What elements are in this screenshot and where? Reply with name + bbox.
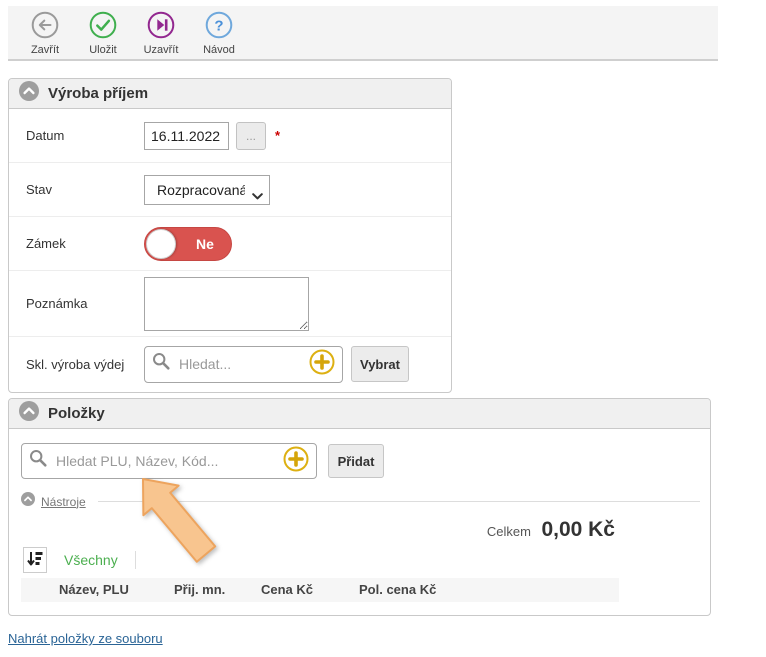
panel-title: Položky	[48, 405, 105, 422]
vybrat-button[interactable]: Vybrat	[351, 346, 409, 382]
items-table-header: Název, PLU Přij. mn. Cena Kč Pol. cena K…	[21, 578, 619, 602]
add-plus-icon[interactable]	[283, 446, 309, 477]
collapse-chevron-icon[interactable]	[19, 401, 39, 426]
sort-icon	[27, 550, 43, 570]
toggle-state-label: Ne	[196, 236, 214, 252]
production-panel-header[interactable]: Výroba příjem	[9, 79, 451, 109]
svg-text:?: ?	[214, 18, 223, 35]
col-header-cena: Cena Kč	[261, 578, 313, 602]
col-header-pol-cena: Pol. cena Kč	[359, 578, 436, 602]
datum-label: Datum	[26, 128, 144, 143]
poznamka-label: Poznámka	[26, 296, 144, 311]
question-icon: ?	[205, 11, 233, 42]
datum-input[interactable]	[144, 122, 229, 150]
back-arrow-icon	[31, 11, 59, 42]
search-icon	[29, 449, 48, 473]
items-search-row: Přidat	[21, 443, 710, 479]
datum-row: Datum ... *	[9, 109, 451, 163]
stav-select-wrap: Rozpracovaná	[144, 175, 270, 205]
toggle-knob	[146, 229, 176, 259]
lock-toggle[interactable]: Ne	[144, 227, 232, 261]
total-label: Celkem	[487, 524, 531, 539]
sklad-search-input[interactable]	[179, 356, 309, 372]
help-button[interactable]: ? Návod	[190, 11, 248, 56]
items-search-box	[21, 443, 317, 479]
zamek-label: Zámek	[26, 236, 144, 251]
save-button[interactable]: Uložit	[74, 11, 132, 56]
total-value: 0,00 Kč	[541, 518, 615, 541]
items-panel: Položky Přidat	[8, 398, 711, 616]
stav-label: Stav	[26, 182, 144, 197]
collapse-chevron-icon[interactable]	[19, 81, 39, 106]
date-picker-button[interactable]: ...	[236, 122, 266, 150]
production-receipt-panel: Výroba příjem Datum ... * Stav Rozpracov…	[8, 78, 452, 393]
col-header-prij-mn: Přij. mn.	[174, 578, 225, 602]
sklad-row: Skl. výroba výdej Vybrat	[9, 337, 451, 391]
col-header-nazev-plu: Název, PLU	[59, 578, 129, 602]
help-button-label: Návod	[203, 44, 235, 56]
finalize-button[interactable]: Uzavřít	[132, 11, 190, 56]
required-mark: *	[275, 128, 280, 143]
close-button[interactable]: Zavřít	[16, 11, 74, 56]
filter-all-tab[interactable]: Všechny	[64, 552, 118, 568]
panel-title: Výroba příjem	[48, 85, 148, 102]
close-button-label: Zavřít	[31, 44, 59, 56]
sort-button[interactable]	[23, 547, 47, 573]
zamek-row: Zámek Ne	[9, 217, 451, 271]
poznamka-textarea[interactable]	[144, 277, 309, 331]
sklad-label: Skl. výroba výdej	[26, 357, 144, 372]
finalize-button-label: Uzavřít	[144, 44, 179, 56]
total-row: Celkem 0,00 Kč	[9, 518, 710, 542]
toolbar: Zavřít Uložit Uzavřít	[8, 6, 718, 61]
search-icon	[152, 352, 171, 376]
tools-divider-line	[98, 501, 700, 502]
tools-link[interactable]: Nástroje	[41, 495, 86, 509]
play-to-end-icon	[147, 11, 175, 42]
items-panel-header[interactable]: Položky	[9, 399, 710, 429]
stav-select[interactable]: Rozpracovaná	[144, 175, 270, 205]
sklad-search-box	[144, 346, 343, 383]
items-search-input[interactable]	[56, 453, 283, 469]
check-icon	[89, 11, 117, 42]
upload-items-link[interactable]: Nahrát položky ze souboru	[8, 631, 163, 646]
tools-row: Nástroje	[21, 492, 700, 511]
add-plus-icon[interactable]	[309, 349, 335, 380]
stav-row: Stav Rozpracovaná	[9, 163, 451, 217]
filter-row: Všechny	[23, 547, 710, 573]
app-window: Zavřít Uložit Uzavřít	[0, 0, 766, 657]
pridat-button[interactable]: Přidat	[328, 444, 384, 478]
save-button-label: Uložit	[89, 44, 117, 56]
poznamka-row: Poznámka	[9, 271, 451, 337]
collapse-chevron-icon[interactable]	[21, 492, 35, 511]
filter-divider	[135, 551, 136, 569]
